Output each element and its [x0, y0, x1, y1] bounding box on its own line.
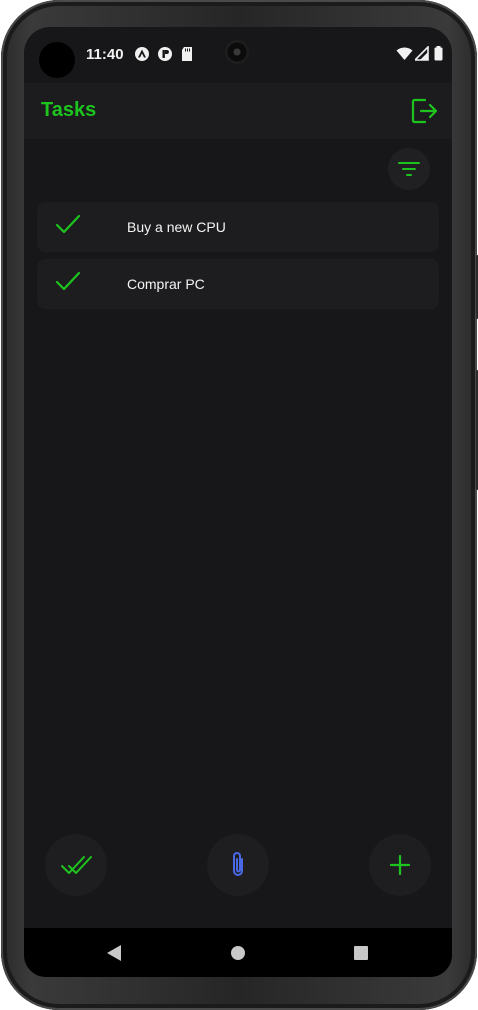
paperclip-icon [233, 852, 243, 876]
home-circle-icon [231, 946, 245, 960]
status-bar: 11:40 [24, 27, 452, 83]
app-bar: Tasks [24, 83, 452, 139]
phone-frame: 11:40 Tasks Buy a new CPU Comprar PC [1, 0, 478, 1010]
logout-button[interactable] [409, 95, 441, 127]
front-camera [225, 40, 249, 64]
wifi-icon [396, 46, 413, 66]
filter-button[interactable] [388, 148, 430, 190]
home-button[interactable] [227, 942, 249, 964]
filter-icon [398, 162, 420, 176]
vpn-icon [134, 46, 150, 67]
add-icon [389, 854, 411, 876]
task-label: Comprar PC [127, 276, 205, 292]
done-all-icon [61, 856, 92, 874]
app-notification-icon [157, 46, 173, 67]
back-triangle-icon [107, 945, 121, 961]
recents-square-icon [354, 946, 368, 960]
back-button[interactable] [103, 942, 125, 964]
sd-card-icon [181, 46, 193, 67]
task-label: Buy a new CPU [127, 219, 226, 235]
signal-icon [413, 45, 429, 66]
attach-button[interactable] [207, 834, 269, 896]
status-clock: 11:40 [86, 46, 124, 63]
task-item[interactable]: Comprar PC [37, 259, 439, 309]
camera-cutout [39, 42, 75, 78]
system-nav-bar [24, 928, 452, 977]
complete-all-button[interactable] [45, 834, 107, 896]
app-screen: 11:40 Tasks Buy a new CPU Comprar PC [24, 27, 452, 977]
task-item[interactable]: Buy a new CPU [37, 202, 439, 252]
check-icon [55, 270, 81, 297]
page-title: Tasks [41, 99, 97, 121]
recents-button[interactable] [350, 942, 372, 964]
logout-icon [411, 98, 438, 124]
check-icon [55, 213, 81, 240]
add-task-button[interactable] [369, 834, 431, 896]
task-list: Buy a new CPU Comprar PC [37, 202, 439, 316]
battery-icon [434, 46, 443, 66]
